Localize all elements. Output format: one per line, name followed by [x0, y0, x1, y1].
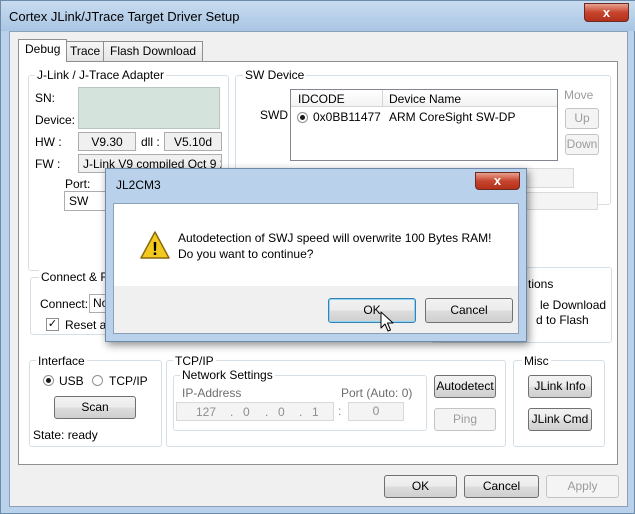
move-label: Move — [564, 88, 594, 102]
download-options-group-label: tions — [526, 277, 556, 291]
sn-label: SN: — [35, 91, 56, 105]
ip-octet-1: 127 — [196, 405, 217, 419]
tcpip-radio[interactable] — [92, 375, 103, 386]
idcode-column-header[interactable]: IDCODE — [298, 92, 345, 106]
column-divider — [382, 90, 383, 107]
ip-dot-1: . — [230, 405, 234, 419]
dialog-message-line-1: Autodetection of SWJ speed will overwrit… — [178, 231, 492, 245]
ping-button[interactable]: Ping — [434, 408, 496, 431]
window-close-button[interactable]: x — [584, 3, 629, 22]
dialog-button-bar: OK Cancel — [114, 286, 518, 333]
jlink-info-button[interactable]: JLink Info — [528, 375, 592, 398]
port-separator: : — [338, 404, 342, 418]
tab-debug[interactable]: Debug — [18, 39, 68, 62]
ip-octet-2: 0 — [243, 405, 250, 419]
device-name-cell[interactable]: ARM CoreSight SW-DP — [389, 110, 515, 124]
ip-dot-2: . — [265, 405, 269, 419]
device-name-column-header[interactable]: Device Name — [389, 92, 461, 106]
cancel-button[interactable]: Cancel — [464, 475, 539, 498]
dialog-ok-button[interactable]: OK — [328, 298, 416, 323]
sw-device-list[interactable]: IDCODE Device Name 0x0BB11477 ARM CoreSi… — [290, 89, 558, 161]
tcpip-radio-label: TCP/IP — [109, 374, 148, 388]
fw-label: FW : — [35, 157, 61, 171]
sn-device-box — [78, 87, 220, 129]
autodetect-button[interactable]: Autodetect — [434, 375, 496, 398]
usb-radio[interactable] — [43, 375, 54, 386]
idcode-cell[interactable]: 0x0BB11477 — [313, 110, 381, 124]
download-option-2[interactable]: d to Flash — [536, 313, 589, 327]
dialog-message-line-2: Do you want to continue? — [178, 247, 314, 261]
adapter-group-label: J-Link / J-Trace Adapter — [35, 68, 166, 82]
interface-state: State: ready — [33, 428, 98, 442]
dialog-close-button[interactable]: x — [475, 172, 520, 190]
tcpip-group-label: TCP/IP — [173, 354, 216, 368]
move-down-button[interactable]: Down — [565, 134, 599, 155]
interface-group-label: Interface — [36, 354, 87, 368]
move-up-button[interactable]: Up — [565, 108, 599, 129]
warning-icon: ! — [140, 231, 170, 259]
warning-glyph: ! — [152, 239, 158, 259]
port-auto-label: Port (Auto: 0) — [341, 386, 413, 400]
ip-address-field[interactable]: 127 . 0 . 0 . 1 — [176, 402, 334, 421]
dialog-client: ! Autodetection of SWJ speed will overwr… — [113, 203, 519, 334]
misc-group — [513, 360, 605, 447]
ip-address-label: IP-Address — [182, 386, 242, 400]
tab-flash-download[interactable]: Flash Download — [103, 41, 204, 62]
ok-button[interactable]: OK — [384, 475, 457, 498]
ip-octet-4: 1 — [312, 405, 319, 419]
ip-octet-3: 0 — [278, 405, 285, 419]
device-row-radio[interactable] — [297, 112, 308, 123]
dialog-title: JL2CM3 — [116, 178, 161, 192]
window-title: Cortex JLink/JTrace Target Driver Setup — [9, 9, 240, 24]
apply-button[interactable]: Apply — [546, 475, 619, 498]
reset-after-checkbox[interactable]: ✓ — [46, 318, 59, 331]
misc-group-label: Misc — [522, 354, 551, 368]
download-option-1[interactable]: le Download — [540, 298, 606, 312]
scan-button[interactable]: Scan — [54, 396, 136, 419]
hw-value: V9.30 — [78, 132, 136, 151]
device-label: Device: — [35, 113, 76, 127]
sw-device-group-label: SW Device — [243, 68, 307, 82]
hw-label: HW : — [35, 135, 62, 149]
title-bar: Cortex JLink/JTrace Target Driver Setup … — [1, 1, 635, 31]
tcpip-port-field[interactable]: 0 — [348, 402, 404, 421]
dll-value: V5.10d — [164, 132, 222, 151]
usb-label: USB — [59, 374, 84, 388]
dll-label: dll : — [141, 135, 160, 149]
ip-dot-3: . — [299, 405, 303, 419]
swd-label: SWD — [260, 108, 288, 122]
jl2cm3-dialog: JL2CM3 x ! Autodetection of SWJ speed wi… — [105, 168, 527, 342]
mouse-cursor-icon — [380, 311, 394, 332]
tab-trace[interactable]: Trace — [63, 41, 108, 62]
network-settings-label: Network Settings — [180, 368, 275, 382]
port-label: Port: — [65, 177, 91, 191]
jlink-cmd-button[interactable]: JLink Cmd — [528, 408, 592, 431]
connect-label: Connect: — [40, 297, 89, 311]
list-header: IDCODE Device Name — [291, 90, 557, 107]
dialog-cancel-button[interactable]: Cancel — [425, 298, 513, 323]
